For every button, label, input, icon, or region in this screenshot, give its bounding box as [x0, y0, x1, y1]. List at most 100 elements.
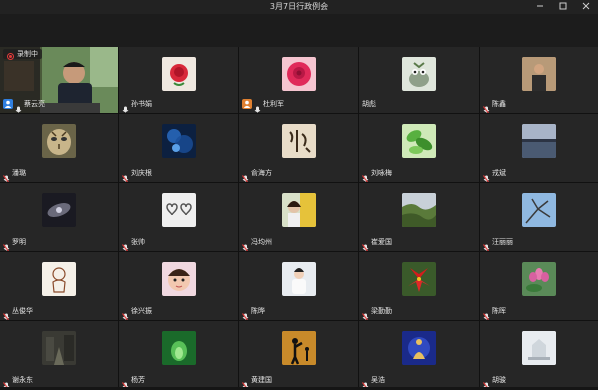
- participant-tile[interactable]: 潘璐: [0, 114, 118, 182]
- avatar: [42, 124, 76, 158]
- close-button[interactable]: [575, 0, 597, 14]
- participant-tile[interactable]: 徐兴振: [119, 252, 238, 320]
- participant-name: 陈鑫: [492, 100, 506, 108]
- participant-name: 陈晔: [251, 307, 265, 315]
- participant-tile[interactable]: 黄建国: [239, 321, 358, 389]
- participant-name-row: 孙书娟: [122, 99, 152, 113]
- microphone-muted-icon: [483, 100, 490, 113]
- maximize-icon: [559, 2, 567, 13]
- participant-name-row: 张帅: [122, 237, 145, 251]
- participant-name: 黄建国: [251, 376, 272, 384]
- participant-name-row: 黄建国: [242, 375, 272, 389]
- participant-name-row: 蔡云亮: [3, 99, 45, 113]
- participant-tile[interactable]: 吴浩: [359, 321, 479, 389]
- microphone-muted-icon: [3, 307, 10, 320]
- avatar: [281, 262, 316, 296]
- participant-name-row: 谢永东: [3, 375, 33, 389]
- participant-tile[interactable]: 胡彪: [359, 47, 479, 113]
- participant-name: 谢永东: [12, 376, 33, 384]
- participant-name-row: 罗明: [3, 237, 26, 251]
- participant-grid: 录制中 蔡云亮 孙书娟 杜利军 胡彪 陈鑫 潘璐 刘庆根 俞海方 刘咏梅 戎斌 罗明 张帅 冯均州 崔爱国汪…: [0, 47, 598, 389]
- participant-tile[interactable]: 谢永东: [0, 321, 118, 389]
- avatar: [402, 124, 436, 158]
- participant-tile[interactable]: 汪丽丽: [480, 183, 598, 251]
- participant-tile[interactable]: 陈鑫: [480, 47, 598, 113]
- participant-name-row: 潘璐: [3, 168, 26, 182]
- close-icon: [582, 2, 590, 13]
- host-badge-icon: [3, 99, 13, 109]
- participant-tile[interactable]: 刘咏梅: [359, 114, 479, 182]
- microphone-muted-icon: [362, 307, 369, 320]
- participant-name-row: 俞海方: [242, 168, 272, 182]
- avatar: [522, 193, 556, 227]
- microphone-muted-icon: [362, 169, 369, 182]
- recording-label: 录制中: [17, 50, 38, 58]
- window-title: 3月7日行政例会: [269, 2, 329, 11]
- participant-tile[interactable]: 罗明: [0, 183, 118, 251]
- participant-name: 崔爱国: [371, 238, 392, 246]
- participant-name-row: 戎斌: [483, 168, 506, 182]
- participant-tile[interactable]: 胡骏: [480, 321, 598, 389]
- avatar: [522, 331, 556, 365]
- participant-tile[interactable]: 陈晔: [239, 252, 358, 320]
- avatar: [161, 193, 196, 227]
- microphone-muted-icon: [483, 238, 490, 251]
- microphone-muted-icon: [362, 238, 369, 251]
- participant-tile[interactable]: 丛俊华: [0, 252, 118, 320]
- avatar: [281, 57, 316, 91]
- participant-name: 潘璐: [12, 169, 26, 177]
- microphone-muted-icon: [3, 376, 10, 389]
- participant-name-row: 胡骏: [483, 375, 506, 389]
- cohost-badge-icon: [242, 99, 252, 109]
- participant-name-row: 刘咏梅: [362, 168, 392, 182]
- avatar: [281, 193, 316, 227]
- participant-name-row: 杨芳: [122, 375, 145, 389]
- participant-name-row: 丛俊华: [3, 306, 33, 320]
- minimize-button[interactable]: [529, 0, 551, 14]
- microphone-muted-icon: [122, 376, 129, 389]
- avatar: [42, 331, 76, 365]
- participant-name-row: 陈鑫: [483, 99, 506, 113]
- participant-tile[interactable]: 录制中蔡云亮: [0, 47, 118, 113]
- participant-tile[interactable]: 俞海方: [239, 114, 358, 182]
- toolbar-area: [0, 14, 598, 47]
- participant-name-row: 梁勤勤: [362, 306, 392, 320]
- participant-tile[interactable]: 孙书娟: [119, 47, 238, 113]
- microphone-muted-icon: [242, 307, 249, 320]
- avatar: [281, 331, 316, 365]
- participant-tile[interactable]: 张帅: [119, 183, 238, 251]
- participant-name-row: 崔爱国: [362, 237, 392, 251]
- participant-name: 刘咏梅: [371, 169, 392, 177]
- participant-tile[interactable]: 冯均州: [239, 183, 358, 251]
- participant-name: 胡骏: [492, 376, 506, 384]
- microphone-muted-icon: [362, 376, 369, 389]
- title-bar: 3月7日行政例会: [0, 0, 598, 14]
- participant-tile[interactable]: 陈晖: [480, 252, 598, 320]
- microphone-icon: [122, 100, 129, 113]
- participant-name: 蔡云亮: [24, 100, 45, 108]
- participant-name: 杨芳: [131, 376, 145, 384]
- participant-name: 杜利军: [263, 100, 284, 108]
- avatar: [402, 193, 436, 227]
- participant-tile[interactable]: 戎斌: [480, 114, 598, 182]
- participant-tile[interactable]: 刘庆根: [119, 114, 238, 182]
- record-icon: [7, 47, 14, 64]
- participant-name-row: 汪丽丽: [483, 237, 513, 251]
- avatar: [161, 124, 196, 158]
- participant-tile[interactable]: 杜利军: [239, 47, 358, 113]
- maximize-button[interactable]: [552, 0, 574, 14]
- participant-tile[interactable]: 杨芳: [119, 321, 238, 389]
- microphone-muted-icon: [242, 238, 249, 251]
- participant-name: 丛俊华: [12, 307, 33, 315]
- microphone-muted-icon: [483, 376, 490, 389]
- avatar: [402, 57, 436, 91]
- participant-tile[interactable]: 梁勤勤: [359, 252, 479, 320]
- recording-indicator: 录制中: [3, 49, 42, 60]
- microphone-muted-icon: [483, 169, 490, 182]
- participant-name: 刘庆根: [131, 169, 152, 177]
- participant-name-row: 陈晔: [242, 306, 265, 320]
- participant-name-row: 杜利军: [242, 99, 284, 113]
- participant-tile[interactable]: 崔爱国: [359, 183, 479, 251]
- participant-name: 张帅: [131, 238, 145, 246]
- avatar: [402, 262, 436, 296]
